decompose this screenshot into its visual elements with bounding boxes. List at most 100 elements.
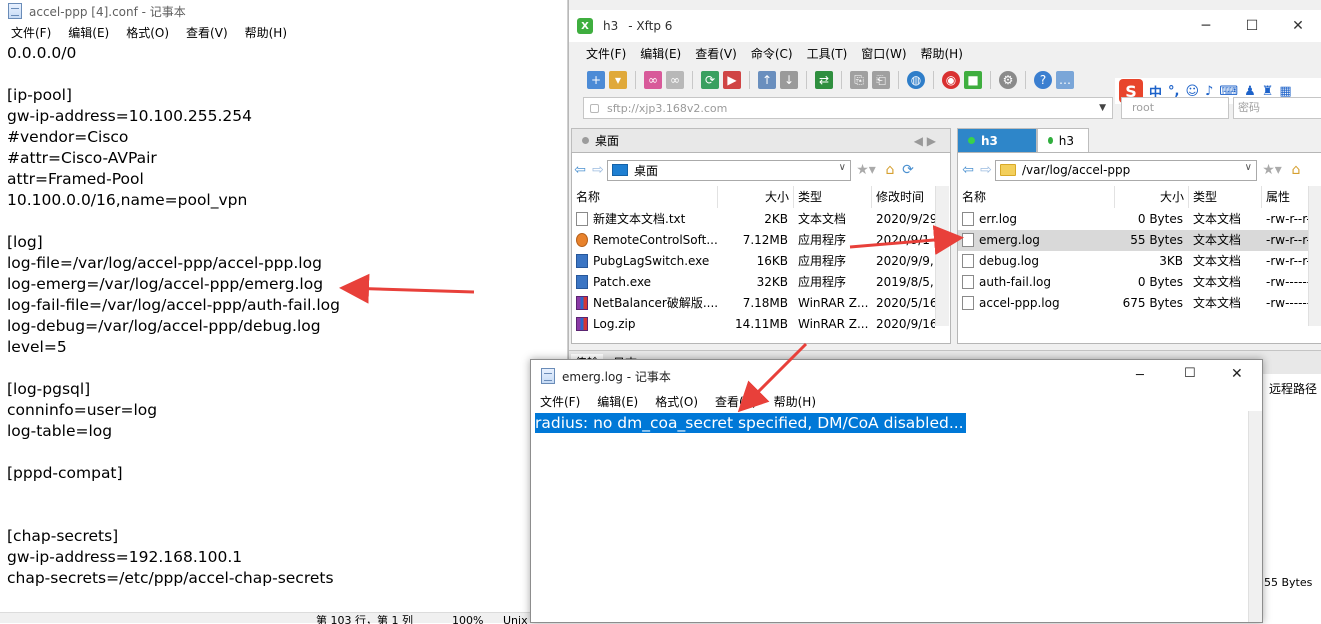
maximize-icon[interactable]: ☐ — [1229, 10, 1275, 42]
xftp-menu-view[interactable]: 查看(V) — [688, 45, 744, 62]
config-line: log-emerg=/var/log/accel-ppp/emerg.log — [7, 275, 324, 293]
local-file-row[interactable]: Log.zip 14.11MB WinRAR Z... 2020/9/16 — [572, 314, 935, 335]
config-text-area[interactable]: 0.0.0.0/0 [ip-pool] gw-ip-address=10.100.2… — [0, 43, 567, 589]
local-path-combobox[interactable]: 桌面 ∨ — [607, 159, 851, 181]
remote-path-combobox[interactable]: /var/log/accel-ppp ∨ — [995, 159, 1257, 181]
emerg-notepad-titlebar[interactable]: emerg.log - 记事本 ─ ☐ ✕ — [531, 360, 1262, 392]
menu-help[interactable]: 帮助(H) — [765, 393, 824, 410]
config-notepad-titlebar[interactable]: accel-ppp [4].conf - 记事本 — [0, 0, 567, 22]
chevron-down-icon[interactable]: ▼ — [1099, 103, 1106, 113]
minimize-icon[interactable]: ─ — [1183, 10, 1229, 42]
new-session-icon[interactable]: + — [587, 71, 605, 89]
sync-icon[interactable]: ⟳ — [701, 71, 719, 89]
menu-help[interactable]: 帮助(H) — [236, 24, 295, 41]
menu-view[interactable]: 查看(V) — [706, 393, 765, 410]
local-file-row[interactable]: RemoteControlSoft... 7.12MB 应用程序 2020/9/1 — [572, 230, 935, 251]
tab-remote-h3[interactable]: h3 — [1037, 128, 1089, 152]
file-attr: -rw------- — [1266, 275, 1308, 289]
config-notepad-menubar: 文件(F) 编辑(E) 格式(O) 查看(V) 帮助(H) — [0, 22, 567, 43]
col-remote-path[interactable]: 远程路径 — [1269, 380, 1317, 397]
xftp-menu-file[interactable]: 文件(F) — [579, 45, 633, 62]
xftp-icon[interactable]: ■ — [964, 71, 982, 89]
col-name[interactable]: 名称 — [958, 186, 1115, 208]
close-icon[interactable]: ✕ — [1231, 366, 1243, 382]
tab-local-desktop[interactable]: 桌面 ◀ ▶ — [571, 128, 951, 152]
xftp-session-name: h3 — [603, 19, 619, 33]
col-type[interactable]: 类型 — [1189, 186, 1262, 208]
copy-icon[interactable]: ⎘ — [850, 71, 868, 89]
menu-edit[interactable]: 编辑(E) — [588, 393, 646, 410]
menu-file[interactable]: 文件(F) — [2, 24, 59, 41]
local-file-row[interactable]: PubgLagSwitch.exe 16KB 应用程序 2020/9/9, — [572, 251, 935, 272]
globe-icon[interactable]: ◍ — [907, 71, 925, 89]
bookmark-star-icon[interactable]: ★▾ — [851, 162, 881, 178]
menu-format[interactable]: 格式(O) — [117, 24, 177, 41]
remote-file-row[interactable]: err.log 0 Bytes 文本文档 -rw-r--r-- — [958, 209, 1308, 230]
chat-icon[interactable]: … — [1056, 71, 1074, 89]
xftp-menu-edit[interactable]: 编辑(E) — [633, 45, 688, 62]
xftp-menu-help[interactable]: 帮助(H) — [914, 45, 970, 62]
config-line: log-table=log — [7, 422, 113, 440]
col-size[interactable]: 大小 — [1115, 186, 1189, 208]
remote-file-row[interactable]: accel-ppp.log 675 Bytes 文本文档 -rw------- — [958, 293, 1308, 314]
download-icon[interactable]: ↓ — [780, 71, 798, 89]
file-name: NetBalancer破解版.... — [593, 296, 718, 310]
xftp-menu-window[interactable]: 窗口(W) — [854, 45, 913, 62]
col-name[interactable]: 名称 — [572, 186, 718, 208]
xshell-icon[interactable]: ◉ — [942, 71, 960, 89]
local-file-row[interactable]: Patch.exe 32KB 应用程序 2019/8/5, — [572, 272, 935, 293]
back-arrow-icon[interactable]: ⇦ — [959, 162, 977, 178]
remote-file-row[interactable]: emerg.log 55 Bytes 文本文档 -rw-r--r-- — [958, 230, 1308, 251]
xftp-menu-tools[interactable]: 工具(T) — [800, 45, 855, 62]
chevron-down-icon[interactable]: ∨ — [839, 162, 846, 173]
bookmark-star-icon[interactable]: ★▾ — [1257, 162, 1287, 178]
refresh-icon[interactable]: ⟳ — [899, 162, 917, 178]
menu-view[interactable]: 查看(V) — [177, 24, 236, 41]
username-field[interactable]: root — [1121, 97, 1229, 119]
file-icon — [962, 254, 974, 268]
col-type[interactable]: 类型 — [794, 186, 872, 208]
tab-remote-h3-active[interactable]: h3 — [957, 128, 1037, 152]
xftp-menu-command[interactable]: 命令(C) — [744, 45, 800, 62]
maximize-icon[interactable]: ☐ — [1184, 366, 1196, 381]
tab-scroll-arrows[interactable]: ◀ ▶ — [914, 134, 936, 148]
emerg-notepad-menubar: 文件(F) 编辑(E) 格式(O) 查看(V) 帮助(H) — [531, 392, 1262, 411]
menu-format[interactable]: 格式(O) — [646, 393, 706, 410]
close-icon[interactable]: ✕ — [1275, 10, 1321, 42]
file-name: debug.log — [979, 254, 1039, 268]
gear-icon[interactable]: ⚙ — [999, 71, 1017, 89]
col-size[interactable]: 大小 — [718, 186, 794, 208]
host-address-field[interactable]: sftp://xjp3.168v2.com ▼ — [583, 97, 1113, 119]
config-line — [7, 211, 567, 232]
local-file-row[interactable]: NetBalancer破解版.... 7.18MB WinRAR Z... 2020/… — [572, 293, 935, 314]
xftp-titlebar[interactable]: X h3 - Xftp 6 ─ ☐ ✕ — [569, 10, 1321, 42]
help-icon[interactable]: ? — [1034, 71, 1052, 89]
emerg-scrollbar[interactable] — [1248, 411, 1262, 622]
transfer-icon[interactable]: ⇄ — [815, 71, 833, 89]
col-mtime[interactable]: 修改时间 — [872, 186, 936, 208]
remote-scrollbar[interactable] — [1308, 186, 1321, 326]
selected-log-text[interactable]: radius: no dm_coa_secret specified, DM/C… — [535, 413, 966, 433]
local-file-row[interactable]: 新建文本文档.txt 2KB 文本文档 2020/9/29 — [572, 209, 935, 230]
remote-file-row[interactable]: auth-fail.log 0 Bytes 文本文档 -rw------- — [958, 272, 1308, 293]
open-folder-icon[interactable]: ▾ — [609, 71, 627, 89]
paste-icon[interactable]: ⎗ — [872, 71, 890, 89]
back-arrow-icon[interactable]: ⇦ — [571, 162, 589, 178]
local-scrollbar[interactable] — [935, 186, 949, 326]
disconnect-icon[interactable]: ∞ — [666, 71, 684, 89]
emerg-text-area[interactable]: radius: no dm_coa_secret specified, DM/C… — [531, 411, 1262, 433]
chevron-down-icon[interactable]: ∨ — [1245, 162, 1252, 173]
menu-file[interactable]: 文件(F) — [531, 393, 588, 410]
minimize-icon[interactable]: ─ — [1136, 368, 1144, 383]
forward-arrow-icon[interactable]: ⇨ — [589, 162, 607, 178]
record-icon[interactable]: ▶ — [723, 71, 741, 89]
forward-arrow-icon[interactable]: ⇨ — [977, 162, 995, 178]
password-field[interactable]: 密码 — [1233, 97, 1321, 119]
remote-file-row[interactable]: debug.log 3KB 文本文档 -rw-r--r-- — [958, 251, 1308, 272]
home-folder-icon[interactable]: ⌂ — [1287, 162, 1305, 178]
menu-edit[interactable]: 编辑(E) — [59, 24, 117, 41]
upload-icon[interactable]: ↑ — [758, 71, 776, 89]
connect-icon[interactable]: ∞ — [644, 71, 662, 89]
home-folder-icon[interactable]: ⌂ — [881, 162, 899, 178]
tab-label: h3 — [1058, 133, 1074, 148]
